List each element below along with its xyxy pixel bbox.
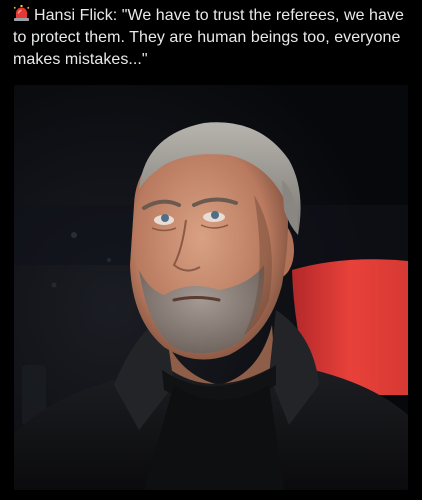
post-text: Hansi Flick: "We have to trust the refer… [13,7,404,68]
rotating-light-icon [13,5,30,22]
post-text-block: Hansi Flick: "We have to trust the refer… [13,5,413,71]
post-card: Hansi Flick: "We have to trust the refer… [0,0,422,500]
post-photo[interactable] [14,85,408,490]
